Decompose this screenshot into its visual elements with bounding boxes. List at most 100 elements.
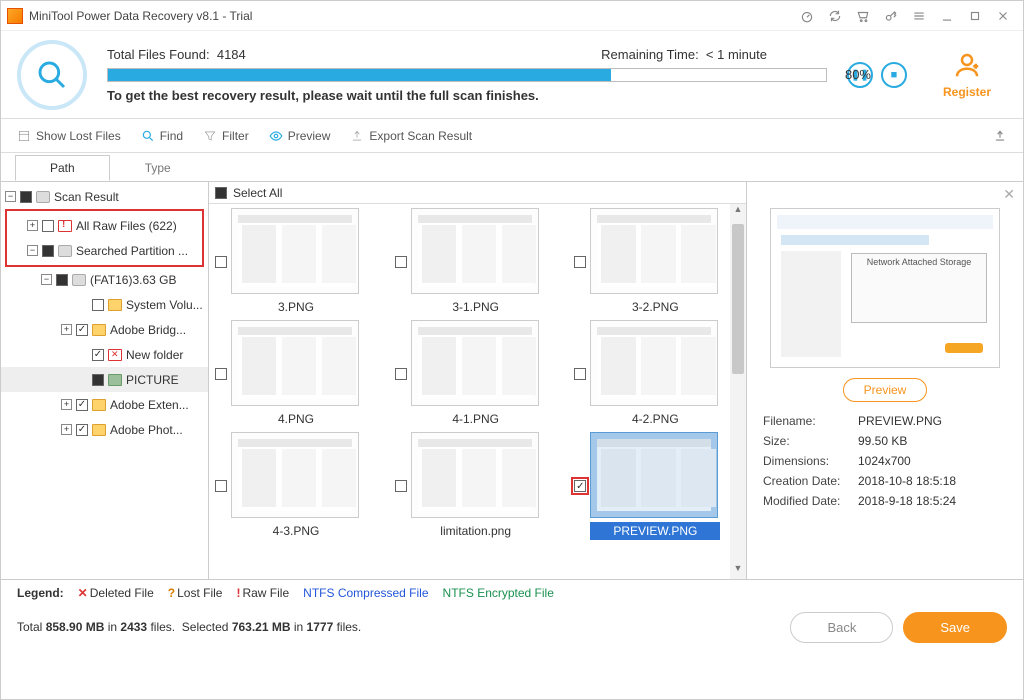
legend-raw: !Raw File [236, 586, 289, 600]
file-caption: 4-1.PNG [411, 410, 541, 428]
scroll-handle[interactable] [732, 224, 744, 374]
legend-ntfs-encrypted: NTFS Encrypted File [443, 586, 554, 600]
preview-button[interactable]: Preview [269, 129, 331, 143]
file-checkbox[interactable] [395, 368, 407, 380]
scan-header: Total Files Found: 4184 Remaining Time: … [1, 31, 1023, 119]
file-checkbox[interactable] [574, 368, 586, 380]
file-caption: 4-2.PNG [590, 410, 720, 428]
file-thumbnail[interactable] [590, 208, 718, 294]
key-icon[interactable] [877, 5, 905, 27]
legend-lost: ?Lost File [168, 586, 223, 600]
select-all-checkbox[interactable] [215, 187, 227, 199]
scan-progressbar: 80% [107, 68, 827, 82]
back-button[interactable]: Back [790, 612, 893, 643]
app-logo-icon [7, 8, 23, 24]
file-cell[interactable]: 3-2.PNG [570, 208, 746, 316]
speed-icon[interactable] [793, 5, 821, 27]
close-button[interactable] [989, 5, 1017, 27]
file-caption: 3-1.PNG [411, 298, 541, 316]
file-checkbox[interactable] [395, 480, 407, 492]
scan-message: To get the best recovery result, please … [107, 88, 827, 103]
filter-button[interactable]: Filter [203, 129, 249, 143]
stop-button[interactable]: ■ [881, 62, 907, 88]
file-checkbox[interactable] [215, 256, 227, 268]
file-caption: 3.PNG [231, 298, 361, 316]
window-title: MiniTool Power Data Recovery v8.1 - Tria… [29, 9, 252, 23]
tree-raw-files[interactable]: +All Raw Files (622) [7, 213, 202, 238]
tab-type[interactable]: Type [110, 155, 206, 181]
tree-adobe-exten[interactable]: +Adobe Exten... [1, 392, 208, 417]
show-lost-files-button[interactable]: Show Lost Files [17, 129, 121, 143]
file-cell[interactable]: 4-1.PNG [391, 320, 567, 428]
select-all-label: Select All [233, 186, 282, 200]
file-caption: 3-2.PNG [590, 298, 720, 316]
tab-path[interactable]: Path [15, 155, 110, 181]
preview-close-icon[interactable]: ✕ [1003, 186, 1015, 203]
cart-icon[interactable] [849, 5, 877, 27]
save-button[interactable]: Save [903, 612, 1007, 643]
tree-highlight-box: +All Raw Files (622) −Searched Partition… [5, 209, 204, 267]
file-thumbnail[interactable] [231, 320, 359, 406]
file-thumbnail[interactable] [411, 432, 539, 518]
file-checkbox[interactable]: ✓ [574, 480, 586, 492]
status-bar: Total 858.90 MB in 2433 files. Selected … [1, 605, 1023, 649]
file-thumbnail[interactable] [231, 432, 359, 518]
preview-open-button[interactable]: Preview [843, 378, 928, 402]
tree-picture[interactable]: PICTURE [1, 367, 208, 392]
file-cell[interactable]: 4-2.PNG [570, 320, 746, 428]
legend-bar: Legend: ✕Deleted File ?Lost File !Raw Fi… [1, 579, 1023, 605]
file-caption: 4-3.PNG [231, 522, 361, 540]
scroll-up-icon[interactable]: ▲ [730, 204, 746, 220]
scan-percent-label: 80% [845, 67, 871, 82]
file-cell[interactable]: limitation.png [391, 432, 567, 540]
tree-root[interactable]: −Scan Result [1, 184, 208, 209]
register-label: Register [927, 85, 1007, 99]
file-thumbnail[interactable] [411, 320, 539, 406]
update-icon[interactable] [821, 5, 849, 27]
file-caption: PREVIEW.PNG [590, 522, 720, 540]
menu-icon[interactable] [905, 5, 933, 27]
file-cell[interactable]: 4.PNG [211, 320, 387, 428]
tree-adobe-bridge[interactable]: +Adobe Bridg... [1, 317, 208, 342]
file-cell[interactable]: 3.PNG [211, 208, 387, 316]
share-icon[interactable] [993, 129, 1007, 143]
grid-header: Select All [209, 182, 746, 204]
status-text: Total 858.90 MB in 2433 files. Selected … [17, 620, 361, 634]
file-thumbnail[interactable] [590, 432, 718, 518]
tree-panel: −Scan Result +All Raw Files (622) −Searc… [1, 182, 209, 579]
grid-scrollbar[interactable]: ▲ ▼ [730, 204, 746, 579]
file-cell[interactable]: 3-1.PNG [391, 208, 567, 316]
file-checkbox[interactable] [395, 256, 407, 268]
preview-thumbnail: Network Attached Storage [770, 208, 1000, 368]
tree-adobe-phot[interactable]: +Adobe Phot... [1, 417, 208, 442]
find-button[interactable]: Find [141, 129, 183, 143]
tree-searched-partition[interactable]: −Searched Partition ... [7, 238, 202, 263]
file-checkbox[interactable] [215, 480, 227, 492]
register-button[interactable]: Register [927, 50, 1007, 99]
scroll-down-icon[interactable]: ▼ [730, 563, 746, 579]
file-thumbnail[interactable] [411, 208, 539, 294]
file-checkbox[interactable] [215, 368, 227, 380]
file-cell[interactable]: 4-3.PNG [211, 432, 387, 540]
export-button[interactable]: Export Scan Result [350, 129, 472, 143]
file-thumbnail[interactable] [590, 320, 718, 406]
maximize-button[interactable] [961, 5, 989, 27]
total-found-label: Total Files Found: 4184 [107, 47, 246, 62]
file-caption: limitation.png [411, 522, 541, 540]
remaining-time-label: Remaining Time: < 1 minute [601, 47, 767, 62]
tree-system-volume[interactable]: System Volu... [1, 292, 208, 317]
legend-ntfs-compressed: NTFS Compressed File [303, 586, 428, 600]
toolbar: Show Lost Files Find Filter Preview Expo… [1, 119, 1023, 153]
scan-lens-icon [17, 40, 87, 110]
tree-new-folder[interactable]: New folder [1, 342, 208, 367]
file-cell[interactable]: ✓ PREVIEW.PNG [570, 432, 746, 540]
tabbar: Path Type [1, 153, 1023, 181]
minimize-button[interactable] [933, 5, 961, 27]
file-caption: 4.PNG [231, 410, 361, 428]
preview-metadata: Filename:PREVIEW.PNG Size:99.50 KB Dimen… [763, 414, 1007, 508]
file-checkbox[interactable] [574, 256, 586, 268]
tree-fat-partition[interactable]: −(FAT16)3.63 GB [1, 267, 208, 292]
file-thumbnail[interactable] [231, 208, 359, 294]
preview-panel: ✕ Network Attached Storage Preview Filen… [747, 182, 1023, 579]
file-grid-panel: Select All 3.PNG 3-1.PNG 3-2.PNG 4.PNG 4-1.P… [209, 182, 747, 579]
